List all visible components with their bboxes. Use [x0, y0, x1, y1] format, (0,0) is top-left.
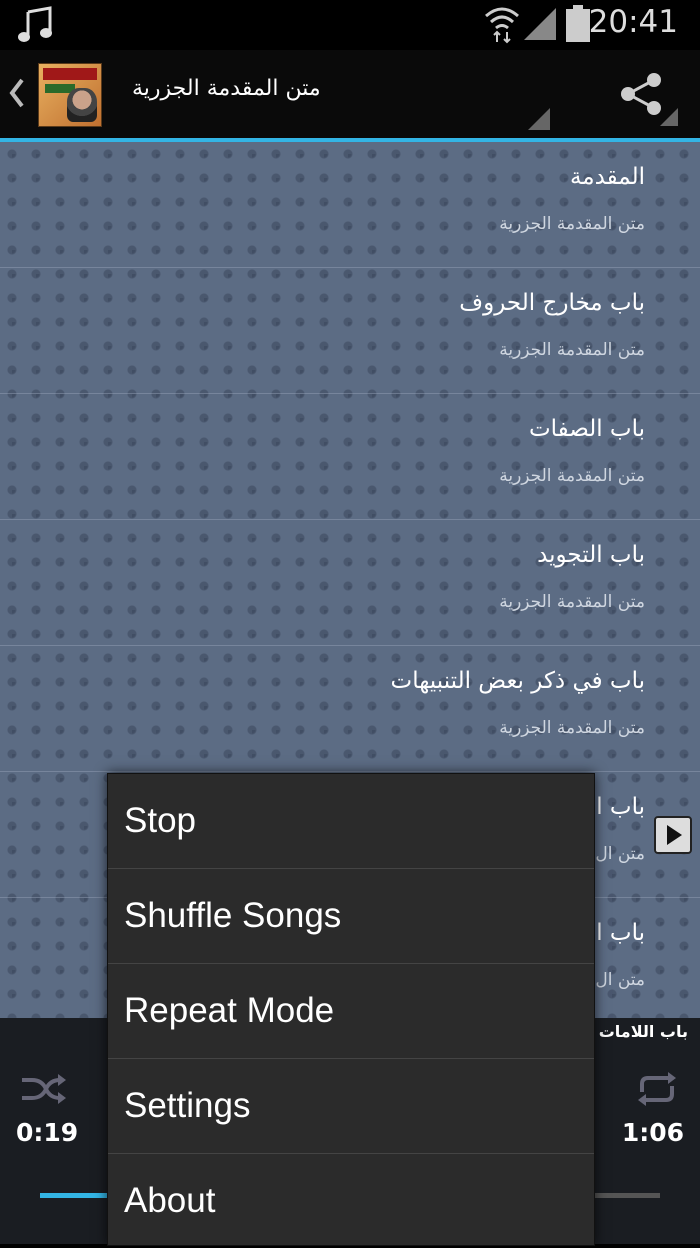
status-bar: 20:41	[0, 0, 700, 50]
back-chevron-icon[interactable]	[6, 76, 26, 110]
share-icon[interactable]	[618, 70, 666, 118]
page-title: متن المقدمة الجزرية	[132, 76, 321, 101]
app-logo[interactable]	[38, 63, 102, 127]
list-item[interactable]: باب في ذكر بعض التنبيهات متن المقدمة الج…	[0, 646, 700, 772]
menu-item-shuffle-songs[interactable]: Shuffle Songs	[108, 869, 594, 964]
signal-icon	[524, 8, 556, 40]
track-title: باب مخارج الحروف	[459, 290, 645, 316]
track-title: باب التجويد	[537, 542, 645, 568]
list-item[interactable]: باب مخارج الحروف متن المقدمة الجزرية	[0, 268, 700, 394]
menu-item-repeat-mode[interactable]: Repeat Mode	[108, 964, 594, 1059]
action-bar: متن المقدمة الجزرية	[0, 50, 700, 142]
track-subtitle: متن المقدمة الجزرية	[499, 592, 645, 612]
now-playing-title: باب اللامات و	[583, 1022, 688, 1041]
overflow-menu: Stop Shuffle Songs Repeat Mode Settings …	[107, 773, 595, 1246]
track-subtitle: متن المقدمة الجزرية	[499, 214, 645, 234]
play-icon[interactable]	[654, 816, 692, 854]
clock: 20:41	[588, 4, 678, 40]
track-subtitle: متن المقدمة الجزرية	[499, 340, 645, 360]
wifi-icon	[485, 7, 519, 44]
list-item[interactable]: باب التجويد متن المقدمة الجزرية	[0, 520, 700, 646]
menu-item-about[interactable]: About	[108, 1154, 594, 1248]
share-dropdown-indicator-icon	[660, 108, 678, 126]
music-note-icon	[18, 6, 52, 42]
list-item[interactable]: باب الصفات متن المقدمة الجزرية	[0, 394, 700, 520]
current-time: 0:19	[16, 1118, 79, 1147]
menu-item-settings[interactable]: Settings	[108, 1059, 594, 1154]
repeat-icon[interactable]	[634, 1070, 680, 1108]
track-title: المقدمة	[569, 164, 645, 190]
track-subtitle: متن ال	[595, 844, 645, 864]
battery-icon	[566, 5, 590, 42]
list-item[interactable]: المقدمة متن المقدمة الجزرية	[0, 142, 700, 268]
track-title: باب الصفات	[528, 416, 645, 442]
track-subtitle: متن المقدمة الجزرية	[499, 718, 645, 738]
track-subtitle: متن المقدمة الجزرية	[499, 466, 645, 486]
track-title: باب ا	[596, 920, 645, 946]
track-title: باب في ذكر بعض التنبيهات	[390, 668, 645, 694]
menu-item-stop[interactable]: Stop	[108, 774, 594, 869]
track-subtitle: متن ال	[595, 970, 645, 990]
track-title: باب ا	[596, 794, 645, 820]
duration: 1:06	[621, 1118, 684, 1147]
title-dropdown-indicator-icon	[528, 108, 550, 130]
shuffle-icon[interactable]	[20, 1070, 66, 1108]
